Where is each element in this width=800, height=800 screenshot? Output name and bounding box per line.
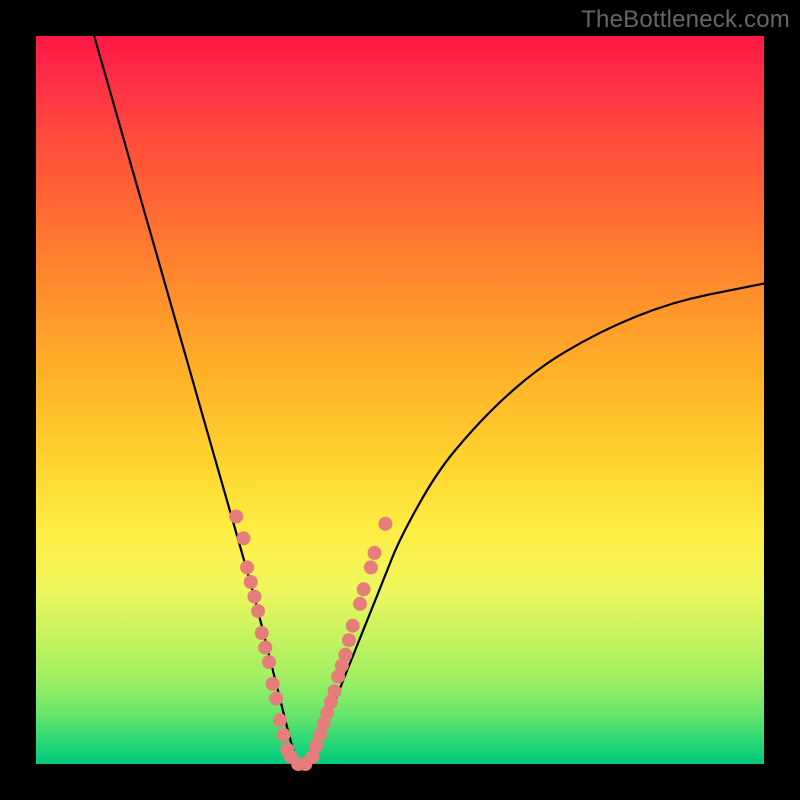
curve-marker (328, 684, 342, 698)
bottleneck-curve (94, 36, 764, 764)
curve-marker (353, 597, 367, 611)
curve-marker (277, 728, 291, 742)
curve-marker (251, 604, 265, 618)
curve-marker (255, 626, 269, 640)
curve-marker (357, 582, 371, 596)
chart-svg (36, 36, 764, 764)
curve-marker (273, 713, 287, 727)
curve-marker (244, 575, 258, 589)
curve-marker (269, 692, 283, 706)
watermark-text: TheBottleneck.com (581, 6, 790, 34)
curve-marker (262, 655, 276, 669)
plot-area (36, 36, 764, 764)
curve-marker (378, 517, 392, 531)
curve-marker (237, 531, 251, 545)
curve-marker (342, 633, 356, 647)
curve-marker (266, 677, 280, 691)
curve-marker (229, 510, 243, 524)
chart-frame: TheBottleneck.com (0, 0, 800, 800)
curve-marker (258, 641, 272, 655)
curve-marker (247, 590, 261, 604)
curve-marker (240, 560, 254, 574)
curve-marker (364, 560, 378, 574)
curve-marker (346, 619, 360, 633)
curve-marker (338, 648, 352, 662)
marker-layer (229, 510, 392, 772)
curve-marker (368, 546, 382, 560)
curve-layer (94, 36, 764, 764)
